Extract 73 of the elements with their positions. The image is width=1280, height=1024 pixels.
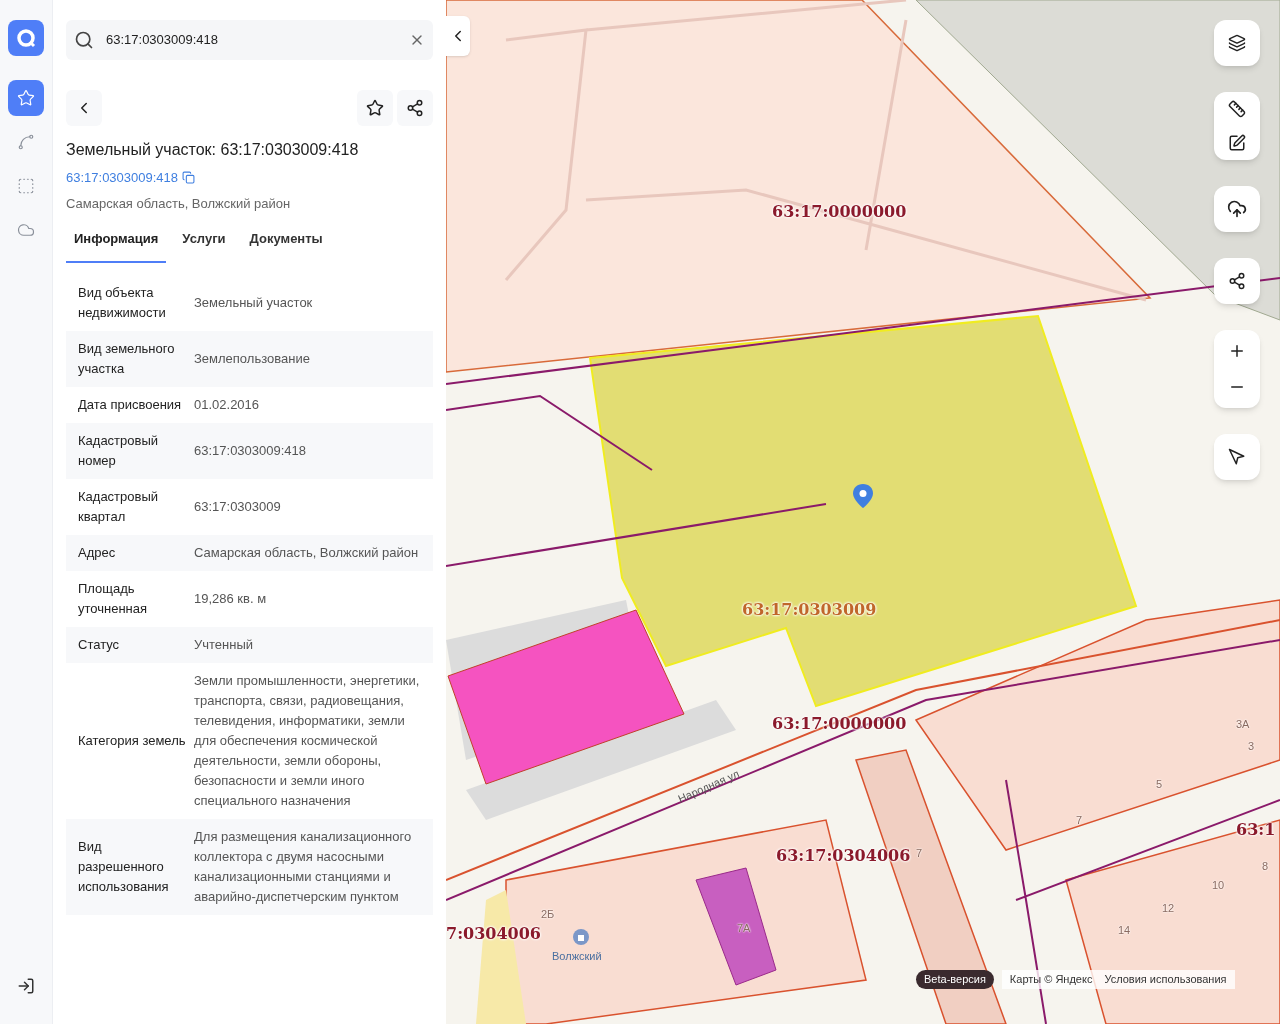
house-number: 8 bbox=[1262, 859, 1269, 874]
star-icon bbox=[17, 89, 35, 107]
house-number: 3А bbox=[1236, 717, 1250, 732]
house-number: 2Б bbox=[541, 907, 555, 922]
copy-icon[interactable] bbox=[182, 171, 196, 185]
property-value: Для размещения канализационного коллектора с двумя насосными канализационными станциями и аварийно-диспетчерским пунктом bbox=[194, 827, 413, 906]
search-icon bbox=[74, 30, 94, 50]
ruler-icon[interactable] bbox=[1228, 100, 1246, 118]
quarter-label: 63:17:0303009 bbox=[742, 600, 877, 620]
cloud-icon bbox=[17, 221, 35, 239]
property-value: Земельный участок bbox=[194, 293, 314, 312]
tab[interactable]: Документы bbox=[241, 221, 331, 263]
object-region: Самарская область, Волжский район bbox=[66, 194, 292, 213]
cadastral-link[interactable]: 63:17:0303009:418 bbox=[66, 168, 179, 188]
tab[interactable]: Услуги bbox=[174, 221, 234, 263]
house-number: 14 bbox=[1118, 923, 1131, 938]
house-number: 7 bbox=[916, 846, 923, 861]
house-number: 3 bbox=[1248, 739, 1255, 754]
property-label: Адрес bbox=[78, 543, 117, 562]
property-label: Вид разрешенного использования bbox=[78, 837, 170, 896]
property-label: Площадь уточненная bbox=[78, 579, 149, 618]
terms-link[interactable]: Условия использования bbox=[1104, 971, 1227, 988]
property-value: 01.02.2016 bbox=[194, 395, 261, 414]
share-icon bbox=[1228, 272, 1246, 290]
property-value: 63:17:0303009:418 bbox=[194, 441, 308, 460]
collapse-panel-button[interactable] bbox=[446, 16, 470, 56]
search-field[interactable]: 63:17:0303009:418 bbox=[66, 20, 433, 60]
map-attribution: Карты © Яндекс bbox=[1009, 972, 1093, 987]
property-label: Кадастровый номер bbox=[78, 431, 160, 470]
property-value: 63:17:0303009 bbox=[194, 497, 282, 516]
dashed-square-icon bbox=[17, 177, 35, 195]
house-number: 7 bbox=[1076, 813, 1083, 828]
object-title: Земельный участок: 63:17:0303009:418 bbox=[66, 140, 360, 160]
navigation-icon bbox=[1228, 448, 1246, 466]
house-number: 7А bbox=[737, 921, 751, 936]
property-label: Категория земель bbox=[78, 731, 187, 750]
property-value: Землепользование bbox=[194, 349, 311, 368]
favorite-button[interactable] bbox=[357, 90, 393, 126]
beta-badge: Beta-версия bbox=[916, 970, 994, 989]
house-number: 12 bbox=[1162, 901, 1175, 916]
poi-label: Волжский bbox=[552, 949, 602, 964]
layers-button[interactable] bbox=[1214, 20, 1260, 66]
property-label: Кадастровый квартал bbox=[78, 487, 160, 526]
property-label: Статус bbox=[78, 635, 121, 654]
property-value: Учтенный bbox=[194, 635, 255, 654]
tab[interactable]: Информация bbox=[66, 221, 167, 263]
logout-icon bbox=[17, 977, 35, 995]
zoom-in-icon[interactable] bbox=[1228, 342, 1246, 360]
locate-button[interactable] bbox=[1214, 434, 1260, 480]
edit-icon[interactable] bbox=[1228, 134, 1246, 152]
house-number: 5 bbox=[1156, 777, 1163, 792]
property-label: Вид земельного участка bbox=[78, 339, 176, 378]
property-value: Самарская область, Волжский район bbox=[194, 543, 420, 562]
property-value: Земли промышленности, энергетики, транспорта, связи, радиовещания, телевидения, информатики, земли для обеспечения космической деятельности, земли обороны, безопасности и земли иного специального назначения bbox=[194, 671, 421, 810]
share-map-button[interactable] bbox=[1214, 258, 1260, 304]
share-icon bbox=[406, 99, 424, 117]
quarter-label: 7:0304006 bbox=[446, 924, 541, 944]
share-button[interactable] bbox=[397, 90, 433, 126]
upload-button[interactable] bbox=[1214, 186, 1260, 232]
app-logo[interactable] bbox=[8, 20, 44, 56]
star-icon bbox=[366, 99, 384, 117]
logo-icon bbox=[16, 28, 36, 48]
quarter-label: 63:1 bbox=[1236, 820, 1276, 840]
location-pin-icon bbox=[852, 483, 874, 509]
property-label: Вид объекта недвижимости bbox=[78, 283, 167, 322]
property-value: 19,286 кв. м bbox=[194, 589, 268, 608]
search-value: 63:17:0303009:418 bbox=[105, 31, 220, 50]
layers-icon bbox=[1228, 34, 1246, 52]
quarter-label: 63:17:0000000 bbox=[772, 202, 907, 222]
cloud-upload-icon bbox=[1227, 199, 1247, 219]
nav-rail-button[interactable] bbox=[8, 80, 44, 116]
house-number: 10 bbox=[1212, 878, 1225, 893]
property-label: Дата присвоения bbox=[78, 395, 183, 414]
